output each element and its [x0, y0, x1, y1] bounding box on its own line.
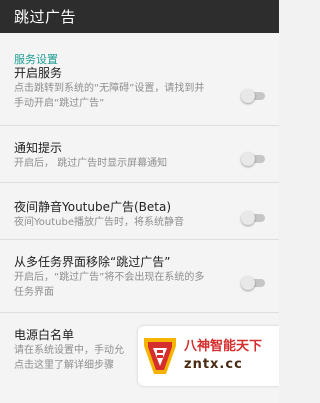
eight-trigram-logo-icon	[144, 338, 176, 374]
night-mute-switch[interactable]	[241, 211, 265, 225]
pref-summary: 点击跳转到系统的“无障碍”设置，请找到并	[14, 83, 205, 94]
switch-thumb	[241, 152, 255, 166]
switch-thumb	[241, 211, 255, 225]
watermark-text: 八神智能天下 zntx.cc	[184, 338, 262, 374]
watermark-url: zntx.cc	[184, 357, 243, 372]
hide-from-recents-switch[interactable]	[241, 276, 265, 290]
pref-hide-from-recents[interactable]: 从多任务界面移除“跳过广告” 开启后，“跳过广告”将不会出现在系统的多 任务界面	[0, 240, 279, 306]
watermark-brand: 八神智能天下	[184, 339, 263, 354]
pref-night-mute-youtube[interactable]: 夜间静音Youtube广告(Beta) 夜间Youtube播放广告时，将系统静音	[0, 183, 279, 237]
app-toolbar: 跳过广告	[0, 0, 279, 33]
pref-summary: 开启后， 跳过广告时显示屏幕通知	[14, 158, 168, 169]
pref-summary: 任务界面	[14, 287, 54, 298]
pref-summary: 手动开启“跳过广告”	[14, 98, 105, 109]
page-title: 跳过广告	[14, 8, 77, 26]
pref-summary: 开启后，“跳过广告”将不会出现在系统的多	[14, 272, 205, 283]
watermark: 八神智能天下 zntx.cc	[138, 326, 279, 386]
notification-switch[interactable]	[241, 152, 265, 166]
switch-thumb	[241, 276, 255, 290]
switch-thumb	[241, 89, 255, 103]
section-header: 服务设置	[14, 53, 58, 66]
settings-screen: 跳过广告 服务设置 开启服务 点击跳转到系统的“无障碍”设置，请找到并 手动开启…	[0, 0, 279, 403]
pref-title: 通知提示	[14, 141, 63, 155]
pref-title: 夜间静音Youtube广告(Beta)	[14, 200, 172, 214]
pref-summary: 夜间Youtube播放广告时，将系统静音	[14, 217, 184, 228]
pref-title: 从多任务界面移除“跳过广告”	[14, 255, 171, 269]
pref-title: 开启服务	[14, 66, 63, 80]
pref-notification[interactable]: 通知提示 开启后， 跳过广告时显示屏幕通知	[0, 126, 279, 178]
pref-enable-service[interactable]: 开启服务 点击跳转到系统的“无障碍”设置，请找到并 手动开启“跳过广告”	[0, 59, 279, 117]
enable-service-switch[interactable]	[241, 89, 265, 103]
